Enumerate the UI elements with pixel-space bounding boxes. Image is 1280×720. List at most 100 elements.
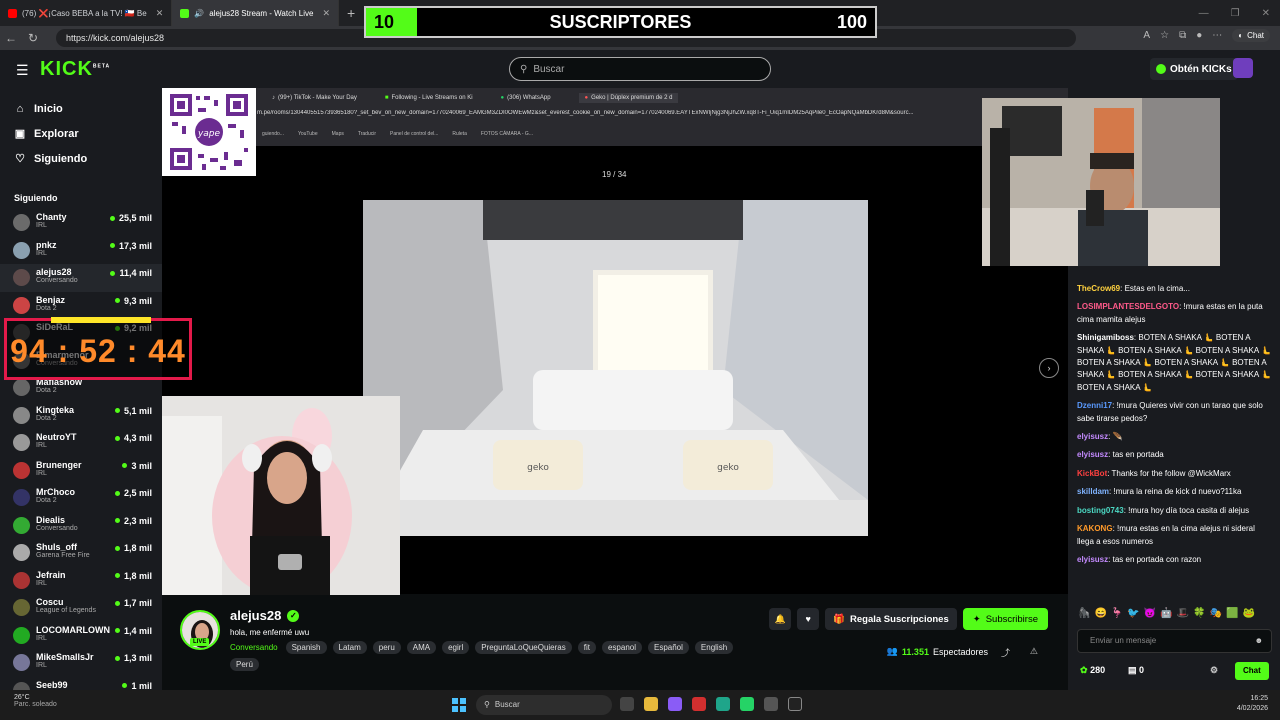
chat-settings-icon[interactable]: ⚙ <box>1210 665 1218 676</box>
maximize-icon[interactable]: ❐ <box>1231 8 1240 19</box>
following-item[interactable]: Shuls_off Garena Free Fire 1,8 mil <box>0 539 162 567</box>
emote-icon[interactable]: 🎩 <box>1177 608 1189 619</box>
stream-tag[interactable]: Latam <box>332 641 367 654</box>
close-icon[interactable]: ✕ <box>322 8 330 19</box>
office-app-icon[interactable] <box>692 697 706 711</box>
live-dot-icon <box>114 435 120 441</box>
chat-username[interactable]: LOSIMPLANTESDELGOTO <box>1077 302 1179 311</box>
weather-widget[interactable]: 26°C Parc. soleado <box>14 694 57 708</box>
chat-message-input[interactable]: Enviar un mensaje ☻ <box>1077 629 1272 653</box>
copilot-app-icon[interactable] <box>668 697 682 711</box>
live-dot-icon <box>114 573 120 578</box>
following-item[interactable]: Jefrain IRL 1,8 mil <box>0 567 162 595</box>
windows-start-icon[interactable] <box>452 698 466 712</box>
chat-username[interactable]: skilldam <box>1077 487 1109 496</box>
chat-username[interactable]: Dzenni17 <box>1077 401 1112 410</box>
notification-bell-button[interactable]: 🔔 <box>769 608 792 630</box>
nav-explore[interactable]: ▣ Explorar <box>0 121 162 146</box>
stream-tag[interactable]: Spanish <box>285 641 327 654</box>
chrome-icon[interactable] <box>764 697 778 711</box>
profile-icon[interactable]: ● <box>1196 30 1202 41</box>
emote-icon[interactable]: 🦩 <box>1111 608 1123 619</box>
emote-icon[interactable]: 🐸 <box>1243 608 1255 619</box>
report-icon[interactable]: ⚠ <box>1030 646 1038 657</box>
emote-icon[interactable]: 😄 <box>1094 608 1106 619</box>
chat-username[interactable]: TheCrow69 <box>1077 284 1120 293</box>
emote-icon[interactable]: 😈 <box>1144 608 1156 619</box>
following-item[interactable]: Kingteka Dota 2 5,1 mil <box>0 402 162 430</box>
task-view-icon[interactable] <box>620 697 634 711</box>
category-link[interactable]: Conversando <box>230 643 278 652</box>
stream-tag[interactable]: English <box>694 641 734 654</box>
stream-tag[interactable]: fit <box>577 641 596 654</box>
following-item[interactable]: Diealis Conversando 2,3 mil <box>0 512 162 540</box>
emote-icon[interactable]: 🍀 <box>1193 608 1205 619</box>
following-item[interactable]: Coscu League of Legends 1,7 mil <box>0 594 162 622</box>
back-icon[interactable]: ← <box>0 31 22 45</box>
emoji-picker-icon[interactable]: ☻ <box>1255 630 1263 652</box>
emote-icon[interactable]: 🦍 <box>1078 608 1090 619</box>
chat-username[interactable]: Shinigamiboss <box>1077 333 1134 342</box>
following-item[interactable]: MikeSmallsJr IRL 1,3 mil <box>0 649 162 677</box>
emote-icon[interactable]: 🟩 <box>1226 608 1238 619</box>
following-item[interactable]: LOCOMARLOWN IRL 1,4 mil <box>0 622 162 650</box>
stream-tag[interactable]: Perú <box>230 658 259 671</box>
capcut-icon[interactable] <box>788 697 802 711</box>
taskbar-search[interactable]: ⚲ Buscar <box>476 695 612 715</box>
obtain-kicks-button[interactable]: Obtén KICKs <box>1150 58 1238 80</box>
stream-tag[interactable]: PreguntaLoQueQuieras <box>475 641 572 654</box>
following-item[interactable]: NeutroYT IRL 4,3 mil <box>0 429 162 457</box>
file-explorer-icon[interactable] <box>644 697 658 711</box>
extensions-icon[interactable]: ⧉ <box>1179 30 1186 41</box>
close-icon[interactable]: ✕ <box>156 8 164 19</box>
following-item[interactable]: Brunenger IRL 3 mil <box>0 457 162 485</box>
following-item[interactable]: pnkz IRL 17,3 mil <box>0 237 162 265</box>
browser-tab-kick[interactable]: 🔊 alejus28 Stream - Watch Live ✕ <box>172 0 339 26</box>
chat-username[interactable]: KickBot <box>1077 469 1107 478</box>
follow-heart-button[interactable]: ♥ <box>797 608 820 630</box>
chat-username[interactable]: elyisusz <box>1077 432 1108 441</box>
kick-logo[interactable]: KICKBETA <box>40 58 110 81</box>
channel-points[interactable]: ✿ 280 <box>1080 665 1105 676</box>
minimize-icon[interactable]: — <box>1199 8 1209 19</box>
browser-tab-youtube[interactable]: (76) ❌¡Caso BEBA a la TV! 🇨🇱 Be ✕ <box>0 0 173 26</box>
close-window-icon[interactable]: ✕ <box>1262 8 1270 19</box>
gift-subs-button[interactable]: 🎁 Regala Suscripciones <box>825 608 957 630</box>
edge-icon[interactable] <box>716 697 730 711</box>
chat-send-button[interactable]: Chat <box>1235 662 1269 680</box>
emote-icon[interactable]: 🎭 <box>1210 608 1222 619</box>
subscribe-button[interactable]: ✦ Subscribirse <box>962 608 1048 630</box>
chat-username[interactable]: bosting0743 <box>1077 506 1124 515</box>
read-aloud-icon[interactable]: A <box>1143 30 1150 41</box>
stream-tag[interactable]: espanol <box>601 641 642 654</box>
emote-icon[interactable]: 🐦 <box>1127 608 1139 619</box>
stream-tag[interactable]: egirl <box>442 641 470 654</box>
chat-username[interactable]: KAKONG <box>1077 524 1113 533</box>
drops-counter[interactable]: ▤ 0 <box>1128 665 1144 676</box>
copilot-chat-button[interactable]: ◐ Chat <box>1232 29 1270 42</box>
following-item[interactable]: Benjaz Dota 2 9,3 mil <box>0 292 162 320</box>
system-clock[interactable]: 16:25 4/02/2026 <box>1237 694 1268 714</box>
following-item[interactable]: alejus28 Conversando 11,4 mil <box>0 264 162 292</box>
whatsapp-icon[interactable] <box>740 697 754 711</box>
nav-home[interactable]: ⌂ Inicio <box>0 96 162 121</box>
favorite-star-icon[interactable]: ☆ <box>1160 30 1169 41</box>
stream-tag[interactable]: AMA <box>406 641 437 654</box>
nav-following[interactable]: ♡ Siguiendo <box>0 146 162 171</box>
chat-username[interactable]: elyisusz <box>1077 450 1108 459</box>
chat-username[interactable]: elyisusz <box>1077 555 1108 564</box>
reload-icon[interactable]: ↻ <box>22 31 44 45</box>
user-avatar[interactable] <box>1233 58 1253 78</box>
emote-icon[interactable]: 🤖 <box>1160 608 1172 619</box>
stream-tag[interactable]: Español <box>648 641 689 654</box>
next-photo-arrow[interactable]: › <box>1039 358 1059 378</box>
more-icon[interactable]: ⋯ <box>1212 30 1222 41</box>
stream-tag[interactable]: peru <box>372 641 401 654</box>
streamer-name[interactable]: alejus28 <box>230 608 281 623</box>
new-tab-button[interactable]: + <box>339 5 363 21</box>
search-input[interactable]: ⚲ Buscar <box>509 57 771 81</box>
following-item[interactable]: MrChoco Dota 2 2,5 mil <box>0 484 162 512</box>
following-item[interactable]: Chanty IRL 25,5 mil <box>0 209 162 237</box>
menu-icon[interactable]: ☰ <box>16 62 29 79</box>
share-icon[interactable]: ⤴ <box>1001 646 1010 659</box>
